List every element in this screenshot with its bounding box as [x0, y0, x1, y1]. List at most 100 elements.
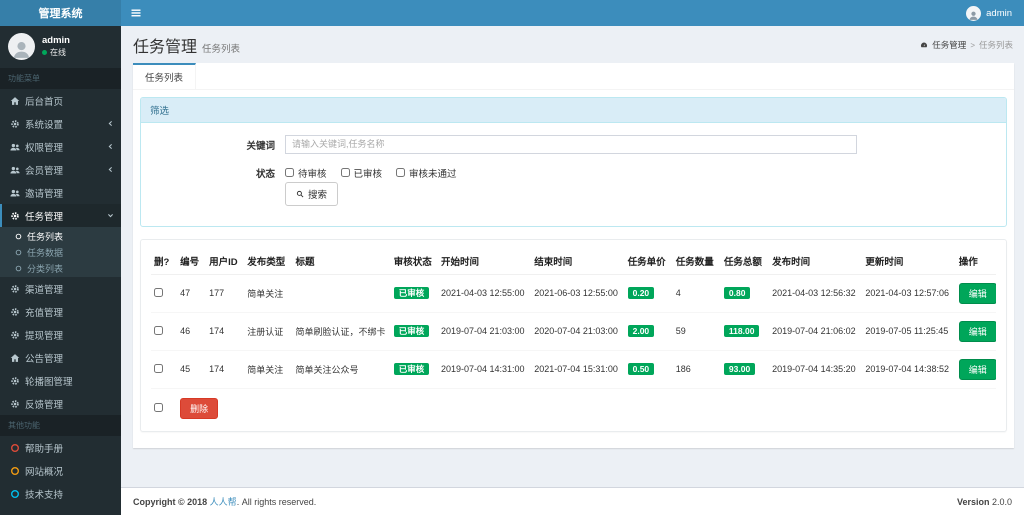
sidebar-item-label: 任务管理	[25, 211, 64, 223]
sidebar-toggle-button[interactable]	[121, 0, 151, 26]
sidebar-item-recharge[interactable]: 充值管理	[0, 300, 121, 323]
col-publish-time: 发布时间	[769, 247, 863, 275]
chevron-left-icon	[107, 143, 114, 150]
row-checkbox[interactable]	[154, 325, 163, 335]
status-option-pending[interactable]: 待审核	[285, 166, 327, 180]
sidebar-item-label: 反馈管理	[25, 399, 64, 411]
sidebar-section-label-other: 其他功能	[0, 415, 121, 436]
cell-title: 简单刷脸认证，不绑卡	[292, 312, 391, 351]
users-icon	[10, 142, 20, 152]
status-checkbox-group: 待审核 已审核 审核未通过	[285, 162, 994, 180]
status-option-label: 已审核	[353, 168, 383, 180]
delete-button[interactable]: 删除	[180, 397, 219, 419]
cell-type: 简单关注	[244, 350, 293, 389]
cell-title: 简单关注公众号	[292, 350, 391, 389]
breadcrumb-link-tasks[interactable]: 任务管理	[932, 39, 966, 51]
search-button[interactable]: 搜索	[285, 181, 339, 206]
footer-brand-link[interactable]: 人人帮	[210, 497, 237, 507]
gear-icon	[10, 376, 20, 386]
sidebar-item-feedback[interactable]: 反馈管理	[0, 392, 121, 415]
edit-button[interactable]: 编辑	[958, 358, 996, 380]
status-checkbox-pending[interactable]	[285, 168, 294, 177]
row-checkbox[interactable]	[154, 287, 163, 297]
tabs-card: 任务列表 筛选 关键词 状态	[133, 63, 1014, 448]
sidebar-item-help-manual[interactable]: 帮助手册	[0, 436, 121, 459]
sidebar-item-system-settings[interactable]: 系统设置	[0, 112, 121, 135]
sidebar-item-members[interactable]: 会员管理	[0, 158, 121, 181]
edit-button[interactable]: 编辑	[958, 320, 996, 342]
select-all-checkbox[interactable]	[154, 402, 163, 412]
footer-version-label: Version	[956, 496, 990, 507]
edit-button[interactable]: 编辑	[958, 282, 996, 304]
cell-id: 46	[177, 312, 207, 351]
cell-user-id: 174	[206, 312, 245, 351]
users-icon	[10, 165, 20, 175]
col-id: 编号	[177, 247, 207, 275]
circle-o-icon	[10, 489, 20, 499]
cell-publish: 2021-04-03 12:56:32	[769, 274, 863, 313]
page-title: 任务管理	[133, 39, 198, 56]
sidebar-item-invites[interactable]: 邀请管理	[0, 181, 121, 204]
sidebar-subitem-category-list[interactable]: 分类列表	[0, 260, 121, 276]
table-row: 45 174 简单关注 简单关注公众号 已审核 2019-07-04 14:31…	[151, 350, 996, 389]
sidebar-item-carousel[interactable]: 轮播图管理	[0, 369, 121, 392]
sidebar-item-label: 后台首页	[25, 96, 64, 108]
price-badge: 0.20	[627, 286, 655, 300]
online-status[interactable]: 在线	[42, 47, 70, 58]
sidebar-user-panel: admin 在线	[0, 26, 121, 68]
col-title: 标题	[292, 247, 391, 275]
tab-task-list[interactable]: 任务列表	[133, 63, 197, 89]
sidebar-item-announcements[interactable]: 公告管理	[0, 346, 121, 369]
sidebar-item-tech-support[interactable]: 技术支持	[0, 482, 121, 505]
cell-end: 2020-07-04 21:03:00	[531, 312, 625, 351]
sidebar-subitem-task-data[interactable]: 任务数据	[0, 244, 121, 260]
footer-copyright: Copyright © 2018 人人帮. All rights reserve…	[133, 495, 316, 508]
cell-end: 2021-06-03 12:55:00	[531, 274, 625, 313]
sidebar-subitem-label: 任务数据	[27, 247, 64, 258]
search-icon	[296, 190, 304, 198]
user-icon	[968, 10, 979, 21]
sidebar-item-label: 帮助手册	[25, 443, 64, 455]
status-checkbox-approved[interactable]	[340, 168, 350, 177]
user-icon	[11, 39, 32, 60]
breadcrumb-current: 任务列表	[978, 40, 1013, 50]
cell-update: 2021-04-03 12:57:06	[862, 274, 956, 313]
sidebar-item-dashboard[interactable]: 后台首页	[0, 89, 121, 112]
col-update-time: 更新时间	[862, 247, 956, 275]
circle-o-icon	[15, 233, 22, 240]
filter-panel-title: 筛选	[141, 98, 1006, 123]
footer-rights: . All rights reserved.	[236, 497, 317, 507]
table-row: 47 177 简单关注 已审核 2021-04-03 12:55:00 2021…	[151, 274, 996, 313]
col-count: 任务数量	[672, 247, 721, 275]
status-option-approved[interactable]: 已审核	[340, 166, 383, 180]
sidebar-item-withdraw[interactable]: 提现管理	[0, 323, 121, 346]
navbar-user-menu[interactable]: admin	[954, 0, 1024, 26]
bars-icon	[130, 7, 142, 19]
app-logo[interactable]: 管理系统	[0, 0, 121, 26]
content-header: 任务管理 任务列表 任务管理 > 任务列表	[121, 26, 1024, 63]
sidebar-submenu-tasks: 任务列表 任务数据 分类列表	[0, 227, 121, 277]
table-row: 46 174 注册认证 简单刷脸认证，不绑卡 已审核 2019-07-04 21…	[151, 312, 996, 351]
content-area: 任务管理 任务列表 任务管理 > 任务列表 任务列表 筛选 关键词 请输入关键词…	[121, 26, 1024, 487]
sidebar-subitem-task-list[interactable]: 任务列表	[0, 228, 121, 244]
status-checkbox-rejected[interactable]	[396, 168, 406, 177]
sidebar-item-label: 邀请管理	[25, 188, 64, 200]
col-delete: 删?	[151, 247, 178, 275]
footer-version-value: 2.0.0	[991, 496, 1012, 507]
cell-id: 47	[177, 274, 207, 313]
keyword-input[interactable]	[285, 134, 857, 154]
sidebar-item-permissions[interactable]: 权限管理	[0, 135, 121, 158]
status-badge: 已审核	[393, 362, 430, 376]
main-footer: Copyright © 2018 人人帮. All rights reserve…	[121, 487, 1024, 515]
row-checkbox[interactable]	[154, 363, 163, 373]
total-badge: 93.00	[723, 362, 756, 376]
bulk-action-row: 删除	[151, 388, 996, 425]
sidebar-item-tasks[interactable]: 任务管理	[0, 204, 121, 227]
sidebar-item-channels[interactable]: 渠道管理	[0, 277, 121, 300]
users-icon	[10, 188, 20, 198]
status-option-rejected[interactable]: 审核未通过	[396, 166, 457, 180]
cell-count: 186	[672, 350, 721, 389]
online-status-label: 在线	[50, 48, 66, 58]
sidebar-item-site-overview[interactable]: 网站概况	[0, 459, 121, 482]
cell-type: 简单关注	[244, 274, 293, 313]
